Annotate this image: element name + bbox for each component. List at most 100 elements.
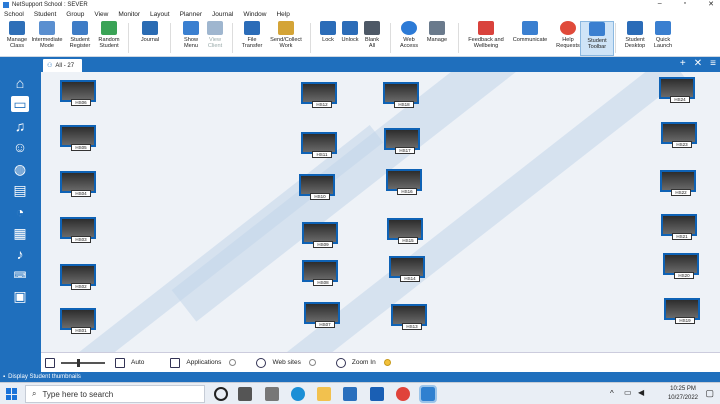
student-thumbnail[interactable]: HS18 [382, 82, 420, 110]
file-explorer-icon[interactable] [317, 387, 331, 401]
applications-radio[interactable] [229, 359, 237, 366]
auto-label[interactable]: Auto [131, 359, 144, 366]
student-thumbnail[interactable]: HS11 [300, 132, 338, 160]
intermediate-mode-icon [39, 21, 55, 35]
store-icon[interactable] [343, 387, 357, 401]
close-icon[interactable]: ✕ [708, 0, 714, 8]
presentation-icon[interactable]: ▣ [11, 288, 29, 304]
websites-label[interactable]: Web sites [272, 359, 300, 366]
random-student-icon [101, 21, 117, 35]
student-thumbnail[interactable]: HS13 [390, 304, 428, 332]
menu-planner[interactable]: Planner [180, 11, 202, 18]
menu-journal[interactable]: Journal [212, 11, 233, 18]
zoom-in-radio[interactable] [383, 359, 391, 366]
menu-school[interactable]: School [4, 11, 24, 18]
thumbnail-size-slider[interactable] [61, 358, 105, 367]
brain-icon[interactable]: ☺ [11, 139, 29, 155]
student-thumbnail[interactable]: HS23 [660, 122, 698, 150]
student-thumbnail[interactable]: HS16 [385, 169, 423, 197]
search-placeholder: Type here to search [42, 389, 114, 399]
menu-window[interactable]: Window [243, 11, 266, 18]
netsupport-taskbar-icon[interactable] [419, 385, 437, 403]
windows-start-icon[interactable] [6, 388, 18, 400]
tab-all[interactable]: ⚇ All - 27 [43, 59, 83, 72]
close-tab-icon[interactable]: ✕ [694, 58, 702, 69]
communicate-button[interactable]: Communicate [510, 21, 550, 56]
send-collect-work-button[interactable]: Send/Collect Work [268, 21, 304, 56]
student-thumbnail[interactable]: HS08 [301, 260, 339, 288]
taskbar-clock[interactable]: 10:25 PM 10/27/2022 [668, 385, 698, 403]
headphones-icon[interactable]: ♫ [11, 118, 29, 134]
random-student-button[interactable]: Random Student [92, 21, 126, 56]
student-thumbnail[interactable]: HS06 [59, 80, 97, 108]
student-thumbnail[interactable]: HS19 [663, 298, 701, 326]
menu-monitor[interactable]: Monitor [118, 11, 140, 18]
clock-time: 10:25 PM [670, 386, 696, 392]
file-transfer-button[interactable]: File Transfer [235, 21, 269, 56]
applications-label[interactable]: Applications [186, 359, 221, 366]
left-sidebar: ⌂ ▭ ♫ ☺ ◍ ▤ ◔ ▦ ♪ ⌨ ▣ [0, 57, 41, 372]
student-thumbnail[interactable]: HS22 [659, 170, 697, 198]
network-icon[interactable]: ▭ [624, 388, 632, 397]
menu-view[interactable]: View [94, 11, 108, 18]
volume-icon[interactable]: ◀ [638, 388, 644, 397]
student-toolbar-button[interactable]: Student Toolbar [580, 21, 614, 56]
zoom-in-label[interactable]: Zoom In [352, 359, 376, 366]
student-thumbnail[interactable]: HS04 [59, 171, 97, 199]
menu-help[interactable]: Help [276, 11, 289, 18]
desktop-icon [627, 21, 643, 35]
chrome-icon[interactable] [396, 387, 410, 401]
student-thumbnail[interactable]: HS14 [388, 256, 426, 284]
globe-icon[interactable]: ◍ [11, 161, 29, 177]
websites-radio[interactable] [308, 359, 316, 366]
menu-icon[interactable]: ≡ [710, 58, 716, 69]
feedback-wellbeing-button[interactable]: Feedback and Wellbeing [464, 21, 508, 56]
audio-icon[interactable]: ♪ [11, 246, 29, 262]
student-thumbnail[interactable]: HS12 [300, 82, 338, 110]
quick-launch-button[interactable]: Quick Launch [646, 21, 680, 56]
auto-fit-icon[interactable] [115, 357, 125, 368]
view-client-button[interactable]: View Client [198, 21, 232, 56]
student-thumbnail[interactable]: HS07 [303, 302, 341, 330]
cortana-icon[interactable] [214, 387, 228, 401]
slider-knob[interactable] [77, 358, 80, 367]
websites-icon [256, 357, 267, 368]
student-thumbnail[interactable]: HS24 [658, 77, 696, 105]
student-thumbnail[interactable]: HS10 [298, 174, 336, 202]
taskbar-search-box[interactable]: ⌕ Type here to search [25, 385, 205, 403]
manage-class-button[interactable]: Manage Class [0, 21, 34, 56]
maximize-icon[interactable]: ▫ [684, 0, 686, 8]
keyboard-icon[interactable]: ⌨ [11, 267, 29, 283]
task-view-icon[interactable] [238, 387, 252, 401]
home-icon[interactable]: ⌂ [11, 75, 29, 91]
student-thumbnail[interactable]: HS15 [386, 218, 424, 246]
intermediate-mode-button[interactable]: Intermediate Mode [30, 21, 64, 56]
student-thumbnail[interactable]: HS02 [59, 264, 97, 292]
blank-all-button[interactable]: Blank All [355, 21, 389, 56]
student-thumbnail[interactable]: HS17 [383, 128, 421, 156]
student-thumbnail[interactable]: HS03 [59, 217, 97, 245]
notification-icon[interactable]: ▢ [705, 388, 714, 399]
manage-button[interactable]: Manage [420, 21, 454, 56]
clock-icon[interactable]: ◔ [11, 204, 29, 220]
widgets-icon[interactable] [265, 387, 279, 401]
edge-icon[interactable] [291, 387, 305, 401]
student-toolbar-icon [589, 22, 605, 36]
menu-group[interactable]: Group [66, 11, 84, 18]
tray-chevron-icon[interactable]: ^ [610, 389, 614, 398]
minimize-icon[interactable]: – [658, 0, 662, 8]
journal-button[interactable]: Journal [133, 21, 167, 56]
menu-layout[interactable]: Layout [150, 11, 170, 18]
student-thumbnail[interactable]: HS01 [59, 308, 97, 336]
mail-icon[interactable] [370, 387, 384, 401]
student-thumbnail[interactable]: HS05 [59, 125, 97, 153]
student-thumbnail[interactable]: HS09 [301, 222, 339, 250]
add-tab-icon[interactable]: + [680, 58, 686, 69]
student-thumbnail[interactable]: HS20 [662, 253, 700, 281]
menu-student[interactable]: Student [34, 11, 56, 18]
window-icon[interactable]: ▤ [11, 182, 29, 198]
thumbnails-icon[interactable]: ▭ [11, 96, 29, 112]
send-collect-work-icon [278, 21, 294, 35]
student-thumbnail[interactable]: HS21 [660, 214, 698, 242]
printer-icon[interactable]: ▦ [11, 225, 29, 241]
